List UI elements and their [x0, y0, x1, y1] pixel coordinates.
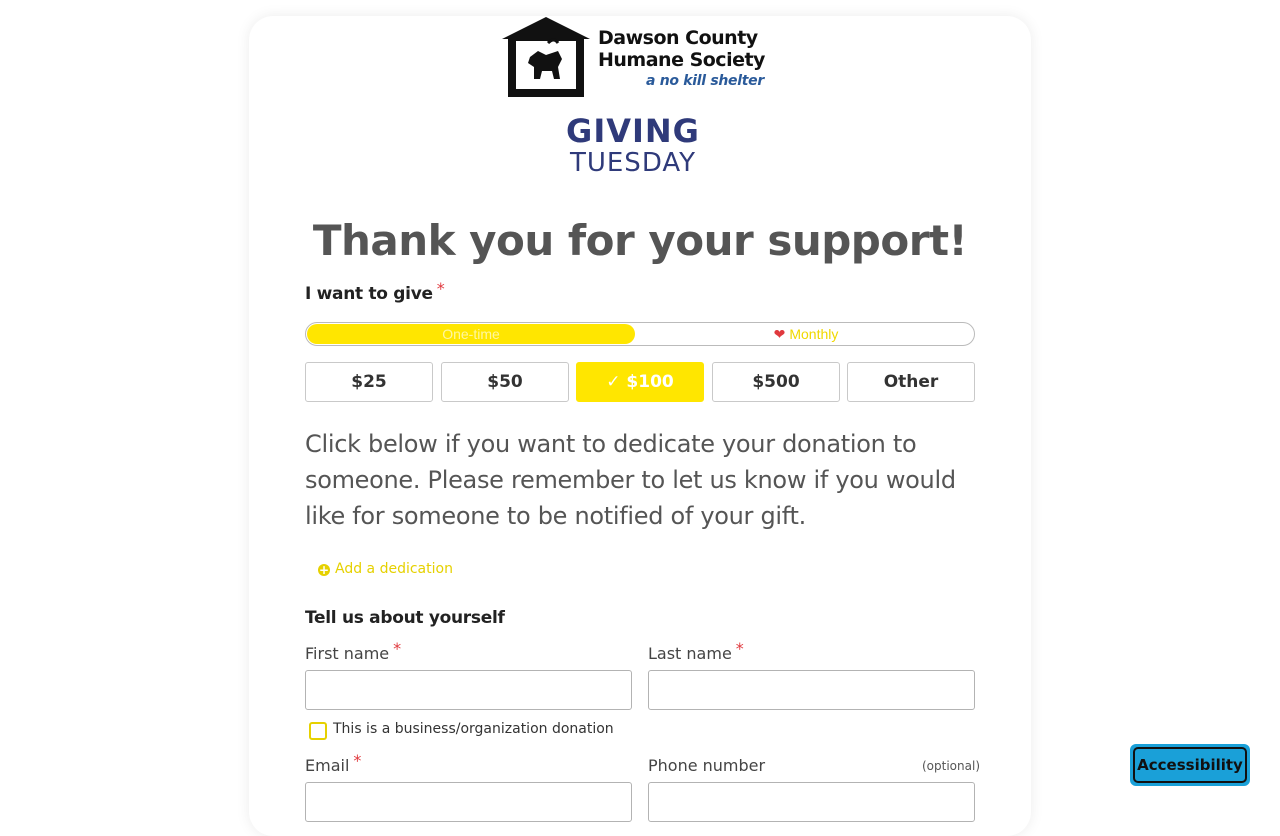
add-dedication-label: Add a dedication — [335, 561, 453, 577]
give-label-text: I want to give — [305, 284, 433, 304]
phone-optional-note: (optional) — [922, 759, 980, 773]
amount-other-button[interactable]: Other — [847, 362, 975, 402]
accessibility-button[interactable]: Accessibility — [1130, 744, 1250, 786]
frequency-toggle: One-time ❤ Monthly — [305, 322, 975, 346]
plus-circle-icon: + — [318, 563, 330, 577]
about-section-title: Tell us about yourself — [305, 608, 505, 628]
email-label-text: Email — [305, 756, 350, 775]
giving-tuesday-logo: GIVING TUESDAY — [560, 112, 710, 178]
house-dog-logo-icon — [502, 17, 590, 97]
one-time-option[interactable]: One-time — [307, 324, 635, 344]
org-name-line1: Dawson County — [598, 27, 758, 49]
amount-500-button[interactable]: $500 — [712, 362, 840, 402]
required-asterisk: * — [353, 751, 362, 770]
give-label: I want to give * — [305, 279, 445, 304]
accessibility-label: Accessibility — [1133, 747, 1247, 783]
phone-label: Phone number — [648, 756, 766, 775]
business-donation-checkbox[interactable] — [309, 722, 327, 740]
org-name: Dawson County Humane Society — [598, 27, 778, 71]
last-name-label-text: Last name — [648, 644, 732, 663]
org-logo: Dawson County Humane Society a no kill s… — [502, 17, 777, 97]
required-asterisk: * — [436, 279, 445, 298]
email-input[interactable] — [305, 782, 632, 822]
campaign-line1: GIVING — [566, 112, 700, 150]
add-dedication-link[interactable]: + Add a dedication — [318, 561, 453, 577]
business-donation-label: This is a business/organization donation — [333, 721, 614, 737]
last-name-label: Last name * — [648, 639, 744, 663]
phone-input[interactable] — [648, 782, 975, 822]
required-asterisk: * — [393, 639, 402, 658]
checkmark-icon: ✓ — [606, 372, 621, 392]
campaign-line2: TUESDAY — [569, 148, 697, 178]
monthly-label: Monthly — [789, 326, 839, 342]
org-name-line2: Humane Society — [598, 49, 765, 71]
first-name-label: First name * — [305, 639, 401, 663]
page-title: Thank you for your support! — [312, 216, 968, 265]
monthly-option[interactable]: ❤ Monthly — [641, 324, 971, 344]
amount-100-label: $100 — [626, 372, 674, 392]
dedication-instructions: Click below if you want to dedicate your… — [305, 430, 956, 530]
required-asterisk: * — [735, 639, 744, 658]
amount-100-button[interactable]: ✓ $100 — [576, 362, 704, 402]
first-name-input[interactable] — [305, 670, 632, 710]
heart-icon: ❤ — [773, 326, 786, 342]
org-tagline: a no kill shelter — [646, 73, 764, 89]
amount-25-button[interactable]: $25 — [305, 362, 433, 402]
email-label: Email * — [305, 751, 361, 775]
first-name-label-text: First name — [305, 644, 390, 663]
last-name-input[interactable] — [648, 670, 975, 710]
amount-50-button[interactable]: $50 — [441, 362, 569, 402]
